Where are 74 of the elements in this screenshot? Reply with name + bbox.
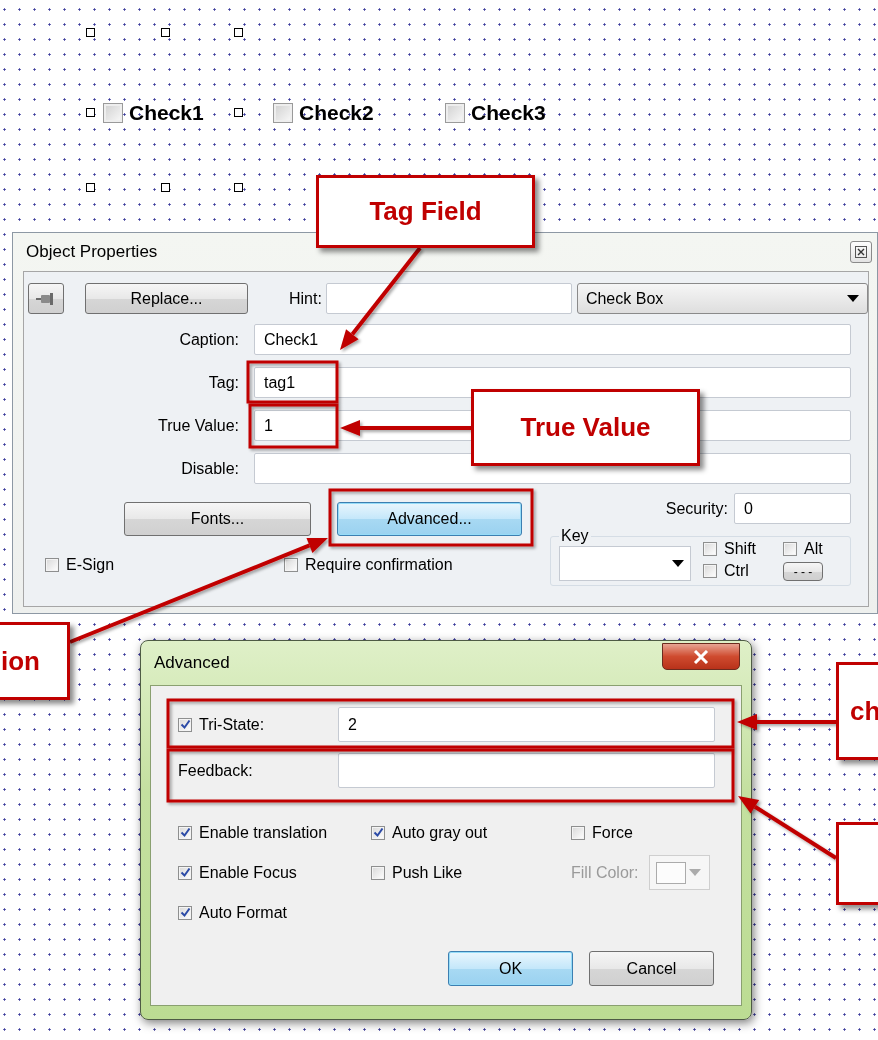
more-button[interactable]: - - - (783, 562, 823, 581)
dropdown-arrow-icon (847, 295, 859, 302)
field-label: Disable: (180, 459, 240, 478)
dialog-button[interactable]: Advanced... (337, 502, 522, 536)
checkbox[interactable] (103, 103, 123, 123)
field-label: Tag: (207, 373, 240, 392)
checkbox-label: Check2 (299, 101, 374, 125)
checkbox-label: Push Like (392, 863, 463, 882)
callout-text: Tag Field (369, 196, 482, 227)
window-title: Advanced (154, 653, 230, 673)
selection-handle[interactable] (161, 28, 170, 37)
close-button[interactable] (850, 241, 872, 263)
checkbox-label: E-Sign (66, 556, 115, 574)
selection-handle[interactable] (161, 183, 170, 192)
checkbox-label: Auto Format (199, 903, 288, 922)
checkbox-label: Check1 (129, 101, 204, 125)
checkbox[interactable] (703, 564, 717, 579)
checkbox-label: Require confirmation (305, 556, 453, 574)
hint-field[interactable] (325, 283, 572, 314)
selection-handle[interactable] (234, 183, 243, 192)
selection-handle[interactable] (234, 28, 243, 37)
field-label: Fill Color: (571, 863, 639, 882)
close-button[interactable] (662, 643, 740, 670)
field-label: Caption: (178, 330, 240, 349)
pin-button[interactable] (28, 283, 64, 314)
checkbox[interactable] (45, 558, 59, 572)
dialog-button[interactable]: Fonts... (124, 502, 311, 536)
checkbox[interactable] (371, 825, 385, 840)
callout-text: True Value (520, 412, 651, 443)
checkbox-label: Enable Focus (199, 863, 297, 882)
checkbox[interactable] (178, 865, 192, 880)
checkbox-label: Ctrl (724, 562, 749, 581)
dialog-button[interactable]: Cancel (589, 951, 714, 986)
checkbox[interactable] (178, 825, 192, 840)
dropdown-value: Check Box (585, 289, 665, 308)
feedback-field[interactable] (338, 753, 715, 788)
dropdown-arrow-icon (672, 560, 684, 567)
checkbox[interactable] (273, 103, 293, 123)
dropdown-arrow-icon (688, 869, 701, 876)
checkbox-label: Auto gray out (392, 823, 488, 842)
checkbox[interactable] (445, 103, 465, 123)
window-title: Object Properties (26, 242, 158, 262)
replace-button[interactable]: Replace... (85, 283, 248, 314)
text-field[interactable]: Check1 (254, 324, 851, 355)
checkbox[interactable] (783, 541, 797, 556)
selection-handle[interactable] (86, 28, 95, 37)
security-field[interactable]: 0 (734, 493, 851, 524)
selection-handle[interactable] (234, 108, 243, 117)
type-dropdown[interactable]: Check Box (576, 283, 868, 314)
checkbox-label: Enable translation (199, 823, 328, 842)
field-label: True Value: (157, 416, 240, 435)
checkbox-label: Tri-State: (199, 715, 265, 734)
checkbox-label: Alt (804, 539, 823, 558)
close-icon (855, 246, 867, 258)
group-label: Key (560, 527, 590, 545)
checkbox[interactable] (371, 865, 385, 880)
checkbox[interactable] (284, 558, 298, 572)
checkbox[interactable] (571, 825, 585, 840)
checkbox-label: Check3 (471, 101, 546, 125)
field-label: Security: (665, 499, 728, 518)
field-label: Hint: (289, 289, 322, 308)
checkbox-label: Shift (724, 539, 756, 558)
dialog-button[interactable]: OK (448, 951, 573, 986)
tri-state-field[interactable]: 2 (338, 707, 715, 742)
field-label: Feedback: (178, 761, 254, 780)
callout-text: ch (850, 695, 878, 727)
checkbox[interactable] (178, 905, 192, 920)
callout-text: ion (1, 645, 40, 677)
selection-handle[interactable] (86, 183, 95, 192)
checkbox[interactable] (178, 717, 192, 732)
checkbox[interactable] (703, 541, 717, 556)
selection-handle[interactable] (86, 108, 95, 117)
close-icon (693, 649, 709, 664)
checkbox-label: Force (592, 823, 633, 842)
